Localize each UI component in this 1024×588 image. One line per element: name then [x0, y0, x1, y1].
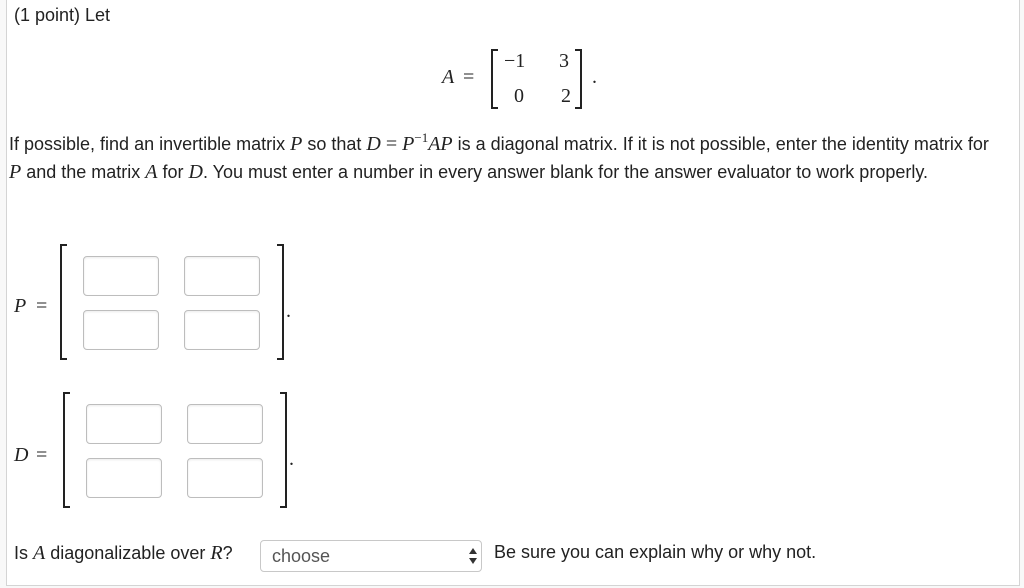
- matrix-a-equals: =: [463, 66, 475, 88]
- matrix-a-cell: −1: [504, 50, 526, 72]
- matrix-p-equals: =: [36, 295, 48, 317]
- matrix-d-cell-1-2[interactable]: [187, 404, 263, 444]
- matrix-p-cell-2-2[interactable]: [184, 310, 260, 350]
- problem-header: (1 point) Let: [14, 5, 111, 25]
- select-arrows-icon: [469, 548, 477, 564]
- matrix-d-equals: =: [36, 444, 48, 466]
- matrix-a-left-bracket: [491, 49, 498, 109]
- matrix-p-cell-1-2[interactable]: [184, 256, 260, 296]
- matrix-d-label: D: [14, 444, 29, 466]
- matrix-d-cell-2-1[interactable]: [86, 458, 162, 498]
- matrix-p-cell-2-1[interactable]: [83, 310, 159, 350]
- instructions-text: If possible, find an invertible matrix P…: [9, 130, 989, 183]
- matrix-a-cell: 3: [559, 50, 569, 72]
- matrix-d-cell-2-2[interactable]: [187, 458, 263, 498]
- matrix-p-left-bracket: [60, 244, 67, 360]
- matrix-a-period: .: [592, 66, 597, 88]
- matrix-p-period: .: [286, 300, 291, 322]
- matrix-a-right-bracket: [575, 49, 582, 109]
- explain-note: Be sure you can explain why or why not.: [494, 542, 817, 562]
- matrix-p-cell-1-1[interactable]: [83, 256, 159, 296]
- matrix-a-cell: 0: [514, 85, 524, 107]
- matrix-p-right-bracket: [277, 244, 284, 360]
- diagonalizable-question: Is A diagonalizable over R?: [14, 542, 233, 564]
- matrix-d-left-bracket: [63, 392, 70, 508]
- diagonalizable-select[interactable]: choose: [260, 540, 482, 572]
- matrix-d-cell-1-1[interactable]: [86, 404, 162, 444]
- matrix-d-right-bracket: [280, 392, 287, 508]
- matrix-d-period: .: [289, 448, 294, 470]
- matrix-p-label: P: [14, 295, 27, 317]
- matrix-a-name: A: [442, 66, 455, 88]
- select-value: choose: [272, 546, 331, 566]
- matrix-a-cell: 2: [561, 85, 571, 107]
